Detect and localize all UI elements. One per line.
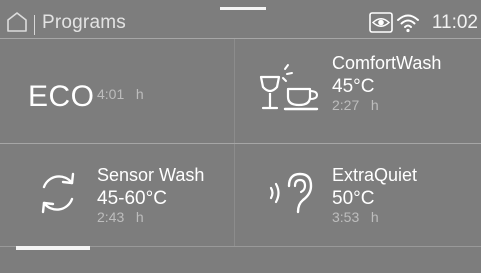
header-divider — [34, 15, 35, 35]
duration-value: 2:43 — [97, 209, 125, 225]
duration-value: 4:01 — [97, 86, 125, 102]
program-name: Sensor Wash — [97, 165, 205, 185]
duration-unit: h — [135, 86, 144, 102]
quiet-ear-icon — [267, 168, 317, 218]
programs-screen: Programs 11:02 ECO 4:01 h ComfortWash 45… — [0, 0, 481, 273]
duration-value: 2:27 — [332, 97, 360, 113]
duration-unit: h — [135, 209, 144, 225]
home-icon[interactable] — [6, 11, 28, 33]
status-bar: Programs 11:02 — [0, 6, 481, 36]
duration-value: 3:53 — [332, 209, 360, 225]
page-title: Programs — [42, 12, 126, 33]
program-temperature: 50°C — [332, 188, 375, 209]
program-duration: 4:01 h — [97, 86, 144, 102]
page-scroll-indicator[interactable] — [16, 246, 90, 250]
eye-icon[interactable] — [369, 12, 393, 33]
duration-unit: h — [370, 97, 379, 113]
program-tile-extraquiet[interactable]: ExtraQuiet 50°C 3:53 h — [235, 144, 481, 246]
program-name: ComfortWash — [332, 53, 442, 73]
program-duration: 3:53 h — [332, 209, 379, 225]
program-temperature: 45°C — [332, 76, 375, 97]
sync-arrows-icon — [36, 170, 80, 216]
program-name: ECO — [28, 80, 95, 113]
program-tile-comfortwash[interactable]: ComfortWash 45°C 2:27 h — [235, 39, 481, 143]
program-tile-sensorwash[interactable]: Sensor Wash 45-60°C 2:43 h — [0, 144, 234, 246]
clock: 11:02 — [431, 12, 478, 33]
wifi-icon[interactable] — [396, 13, 420, 33]
program-duration: 2:27 h — [332, 97, 379, 113]
program-name: ExtraQuiet — [332, 165, 418, 185]
duration-unit: h — [370, 209, 379, 225]
program-temperature: 45-60°C — [97, 188, 167, 209]
glass-cup-icon — [255, 63, 327, 115]
program-duration: 2:43 h — [97, 209, 144, 225]
